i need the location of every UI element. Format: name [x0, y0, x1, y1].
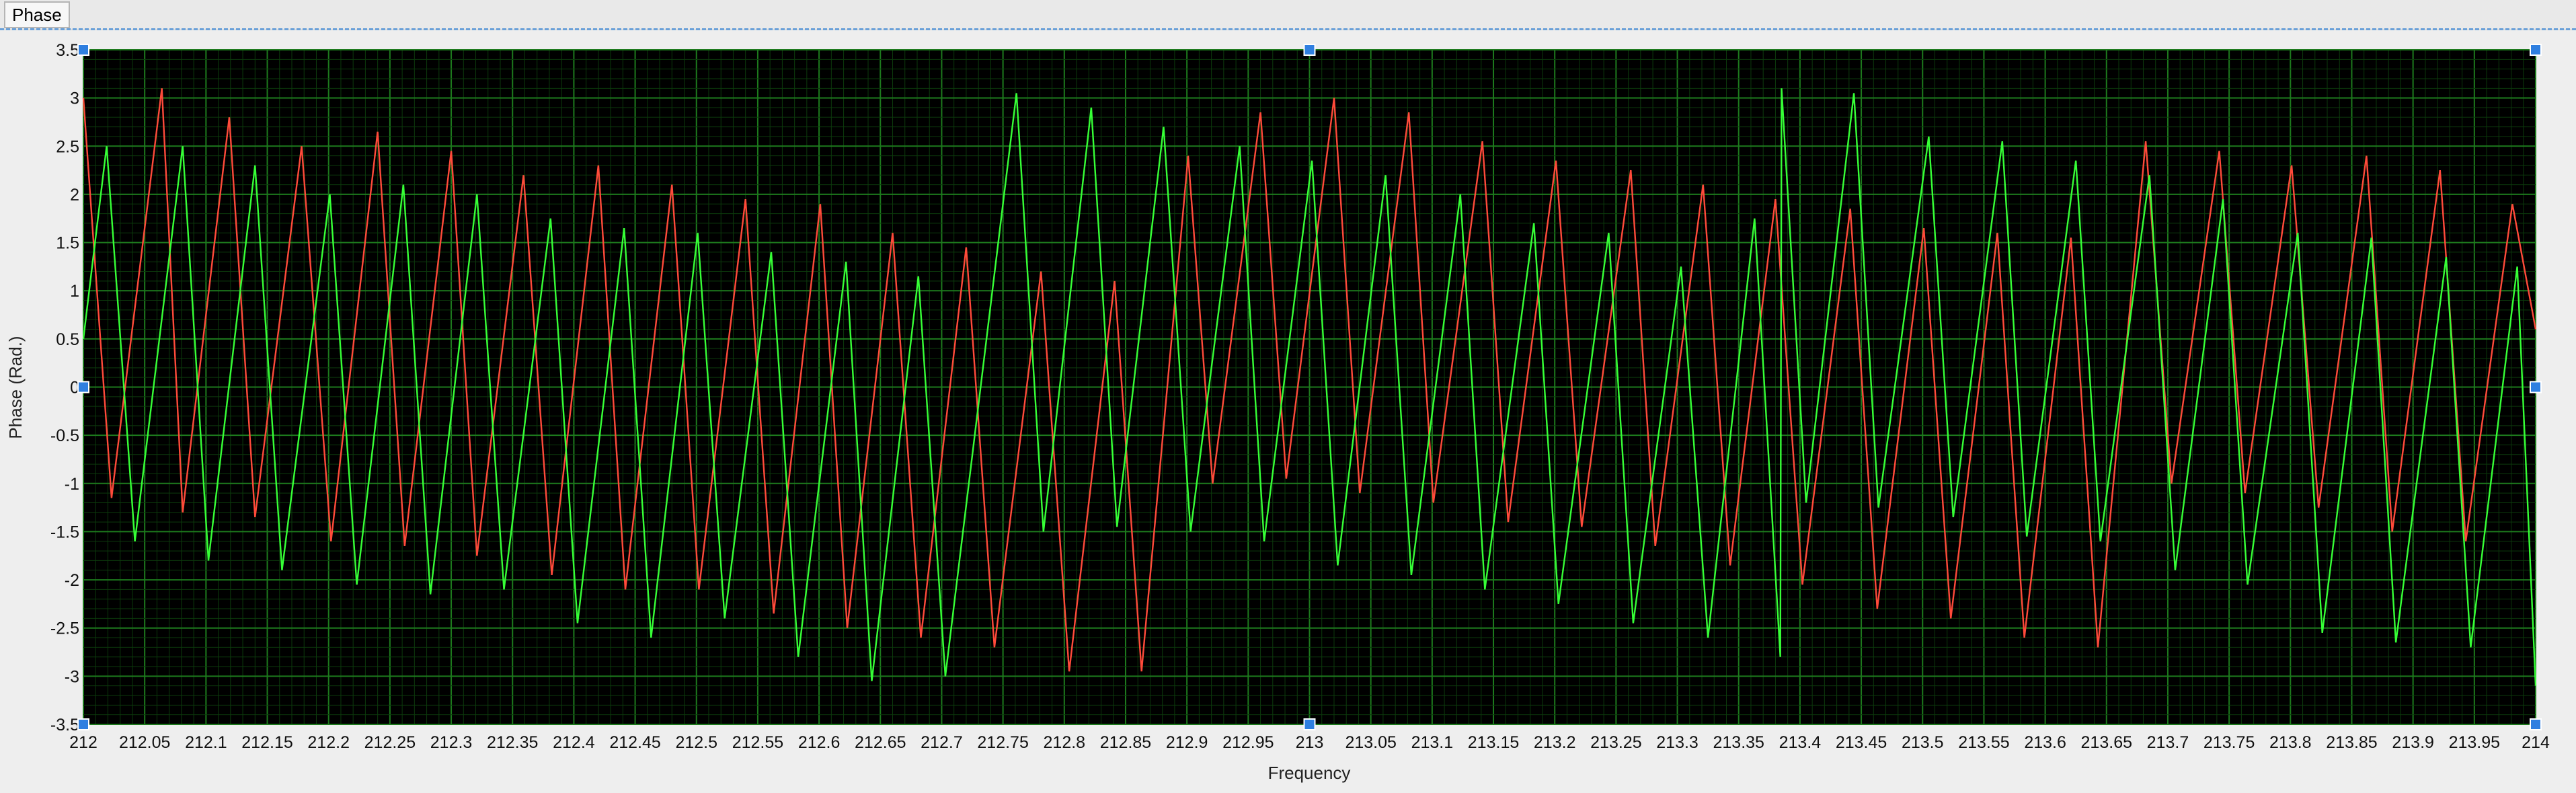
- x-axis-label: Frequency: [1268, 763, 1351, 783]
- x-tick-label: 212.65: [855, 733, 906, 752]
- y-tick-label: -3.5: [50, 716, 79, 734]
- x-tick-label: 212.25: [364, 733, 416, 752]
- resize-handle[interactable]: [2530, 718, 2542, 730]
- x-tick-label: 213.05: [1345, 733, 1396, 752]
- y-tick-label: -2.5: [50, 619, 79, 638]
- x-tick-label: 213.85: [2326, 733, 2377, 752]
- y-tick-label: 3.5: [56, 41, 79, 60]
- x-tick-label: 213.45: [1836, 733, 1887, 752]
- x-tick-label: 213.95: [2449, 733, 2500, 752]
- y-tick-label: -2: [65, 571, 79, 590]
- y-tick-label: 2: [70, 186, 79, 204]
- x-tick-label: 213.8: [2269, 733, 2312, 752]
- graph-caption-tab[interactable]: Phase: [4, 1, 70, 28]
- x-tick-label: 213.7: [2147, 733, 2189, 752]
- x-tick-label: 212.3: [430, 733, 473, 752]
- x-tick-label: 212.2: [307, 733, 350, 752]
- resize-handle[interactable]: [1303, 44, 1316, 56]
- waveform-graph: 212 212.05 212.1 212.15 212.2 212.25 212.3 212.…: [0, 31, 2576, 793]
- y-tick-label: -0.5: [50, 426, 79, 445]
- resize-handle[interactable]: [77, 44, 89, 56]
- y-tick-label: -1.5: [50, 523, 79, 541]
- y-tick-label: 3: [70, 89, 79, 108]
- control-panel-header: Phase: [0, 0, 2576, 30]
- x-tick-label: 212.6: [798, 733, 841, 752]
- x-tick-label: 212.35: [487, 733, 538, 752]
- resize-handle[interactable]: [1303, 718, 1316, 730]
- resize-handle[interactable]: [2530, 381, 2542, 393]
- x-tick-label: 213.75: [2203, 733, 2255, 752]
- x-tick-label: 213.6: [2024, 733, 2066, 752]
- x-tick-label: 214: [2522, 733, 2550, 752]
- x-tick-label: 213.35: [1713, 733, 1764, 752]
- y-tick-label: 1.5: [56, 234, 79, 253]
- x-tick-label: 212.7: [921, 733, 963, 752]
- y-axis-label: Phase (Rad.): [5, 336, 26, 439]
- x-tick-label: 213.65: [2081, 733, 2132, 752]
- y-tick-label: 1: [70, 282, 79, 301]
- resize-handle[interactable]: [77, 381, 89, 393]
- x-tick-label: 213.15: [1468, 733, 1519, 752]
- x-tick-label: 212.5: [675, 733, 717, 752]
- x-tick-label: 212.1: [185, 733, 227, 752]
- x-tick-label: 212.95: [1222, 733, 1274, 752]
- x-tick-label: 213.1: [1411, 733, 1454, 752]
- x-tick-label: 212.8: [1044, 733, 1086, 752]
- y-tick-label: 0.5: [56, 330, 79, 349]
- x-tick-label: 212.9: [1166, 733, 1208, 752]
- x-tick-label: 212.4: [553, 733, 595, 752]
- x-tick-label: 213.9: [2392, 733, 2434, 752]
- x-tick-label: 212.05: [119, 733, 170, 752]
- x-tick-label: 213: [1296, 733, 1324, 752]
- x-tick-label: 213.5: [1902, 733, 1944, 752]
- x-tick-label: 213.25: [1590, 733, 1641, 752]
- resize-handle[interactable]: [77, 718, 89, 730]
- x-tick-label: 213.3: [1656, 733, 1699, 752]
- x-tick-label: 213.2: [1534, 733, 1576, 752]
- x-tick-label: 212.75: [977, 733, 1028, 752]
- x-tick-label: 213.55: [1958, 733, 2009, 752]
- x-tick-label: 212.45: [609, 733, 660, 752]
- x-tick-label: 213.4: [1779, 733, 1822, 752]
- x-tick-label: 212.55: [732, 733, 783, 752]
- phase-chart-svg: 212 212.05 212.1 212.15 212.2 212.25 212.3 212.…: [5, 41, 2550, 783]
- y-tick-label: -3: [65, 667, 79, 686]
- selection-border: [0, 28, 2576, 30]
- x-tick-label: 212.15: [241, 733, 292, 752]
- y-tick-label: 2.5: [56, 137, 79, 156]
- resize-handle[interactable]: [2530, 44, 2542, 56]
- x-tick-label: 212.85: [1100, 733, 1151, 752]
- x-tick-label: 212: [69, 733, 97, 752]
- y-tick-label: -1: [65, 475, 79, 494]
